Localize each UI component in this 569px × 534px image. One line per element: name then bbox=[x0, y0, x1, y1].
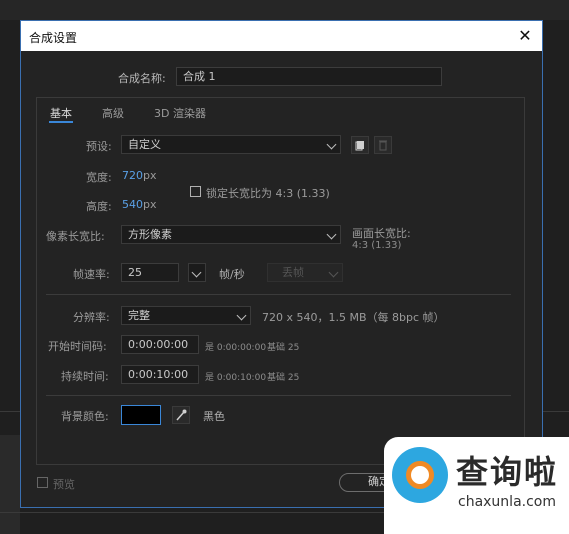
watermark: 查询啦 chaxunla.com bbox=[384, 437, 569, 534]
drop-frame-value: 丢帧 bbox=[282, 266, 304, 279]
preset-label: 预设: bbox=[86, 140, 112, 153]
resolution-select[interactable]: 完整 bbox=[121, 306, 251, 325]
frame-rate-label: 帧速率: bbox=[73, 268, 110, 281]
background-panel-bottom bbox=[0, 435, 20, 534]
duration-label: 持续时间: bbox=[61, 370, 109, 383]
preview-label: 预览 bbox=[53, 478, 75, 491]
resolution-label: 分辨率: bbox=[73, 311, 110, 324]
frame-rate-dropdown[interactable] bbox=[188, 263, 206, 282]
tab-advanced[interactable]: 高级 bbox=[102, 105, 124, 121]
title-bar: 合成设置 ✕ bbox=[21, 21, 542, 51]
chevron-down-icon bbox=[191, 267, 202, 278]
tab-3d-renderer[interactable]: 3D 渲染器 bbox=[154, 105, 206, 121]
chevron-down-icon bbox=[326, 139, 337, 150]
resolution-value: 完整 bbox=[128, 309, 150, 322]
tab-basic[interactable]: 基本 bbox=[50, 105, 72, 121]
chevron-down-icon bbox=[236, 310, 247, 321]
delete-preset-icon[interactable] bbox=[374, 136, 392, 154]
watermark-title: 查询啦 bbox=[456, 453, 559, 491]
width-label: 宽度: bbox=[86, 171, 112, 184]
start-timecode-label: 开始时间码: bbox=[48, 340, 107, 353]
pixel-aspect-value: 方形像素 bbox=[128, 228, 172, 241]
frame-rate-input[interactable]: 25 bbox=[121, 263, 179, 282]
start-timecode-input[interactable]: 0:00:00:00 bbox=[121, 335, 199, 354]
lock-aspect-label: 锁定长宽比为 4:3 (1.33) bbox=[206, 187, 330, 200]
close-icon[interactable]: ✕ bbox=[516, 27, 534, 45]
frame-rate-unit: 帧/秒 bbox=[219, 268, 245, 281]
bg-color-swatch[interactable] bbox=[121, 405, 161, 425]
dialog-title: 合成设置 bbox=[29, 31, 78, 45]
duration-info: 是 0:00:10:00 bbox=[205, 373, 267, 383]
start-timecode-base: 基础 25 bbox=[267, 343, 300, 353]
start-timecode-info: 是 0:00:00:00 bbox=[205, 343, 267, 353]
frame-aspect-value: 4:3 (1.33) bbox=[352, 240, 402, 251]
height-unit: px bbox=[143, 198, 157, 211]
width-unit: px bbox=[143, 169, 157, 182]
chevron-down-icon bbox=[328, 267, 339, 278]
separator bbox=[46, 294, 511, 295]
chevron-down-icon bbox=[326, 229, 337, 240]
comp-name-input[interactable]: 合成 1 bbox=[176, 67, 442, 86]
watermark-url: chaxunla.com bbox=[458, 494, 556, 510]
pixel-aspect-select[interactable]: 方形像素 bbox=[121, 225, 341, 244]
height-label: 高度: bbox=[86, 200, 112, 213]
comp-name-label: 合成名称: bbox=[118, 72, 166, 85]
preset-value: 自定义 bbox=[128, 138, 161, 151]
document-icon bbox=[355, 141, 364, 151]
eyedropper-icon[interactable] bbox=[172, 406, 190, 424]
width-value[interactable]: 720 bbox=[122, 169, 143, 182]
background-panel-top bbox=[0, 0, 569, 20]
watermark-logo-icon bbox=[392, 447, 448, 503]
tab-active-indicator bbox=[49, 121, 73, 123]
resolution-info: 720 x 540，1.5 MB（每 8bpc 帧） bbox=[262, 311, 445, 324]
magnifier-icon bbox=[406, 461, 434, 489]
bg-color-label: 背景颜色: bbox=[61, 410, 109, 423]
eyedropper-glyph-icon bbox=[176, 409, 187, 421]
separator bbox=[46, 395, 511, 396]
trash-icon bbox=[379, 140, 387, 151]
frame-aspect-label: 画面长宽比: bbox=[352, 227, 411, 240]
height-value[interactable]: 540 bbox=[122, 198, 143, 211]
preset-select[interactable]: 自定义 bbox=[121, 135, 341, 154]
duration-input[interactable]: 0:00:10:00 bbox=[121, 365, 199, 384]
preview-checkbox[interactable] bbox=[37, 477, 48, 488]
lock-aspect-checkbox[interactable] bbox=[190, 186, 201, 197]
pixel-aspect-label: 像素长宽比: bbox=[46, 230, 105, 243]
duration-base: 基础 25 bbox=[267, 373, 300, 383]
save-preset-icon[interactable] bbox=[351, 136, 369, 154]
bg-color-name: 黑色 bbox=[203, 410, 225, 423]
composition-settings-dialog: 合成设置 ✕ 合成名称: 合成 1 基本 高级 3D 渲染器 预设: 自定义 宽… bbox=[20, 20, 543, 508]
drop-frame-select: 丢帧 bbox=[267, 263, 343, 282]
